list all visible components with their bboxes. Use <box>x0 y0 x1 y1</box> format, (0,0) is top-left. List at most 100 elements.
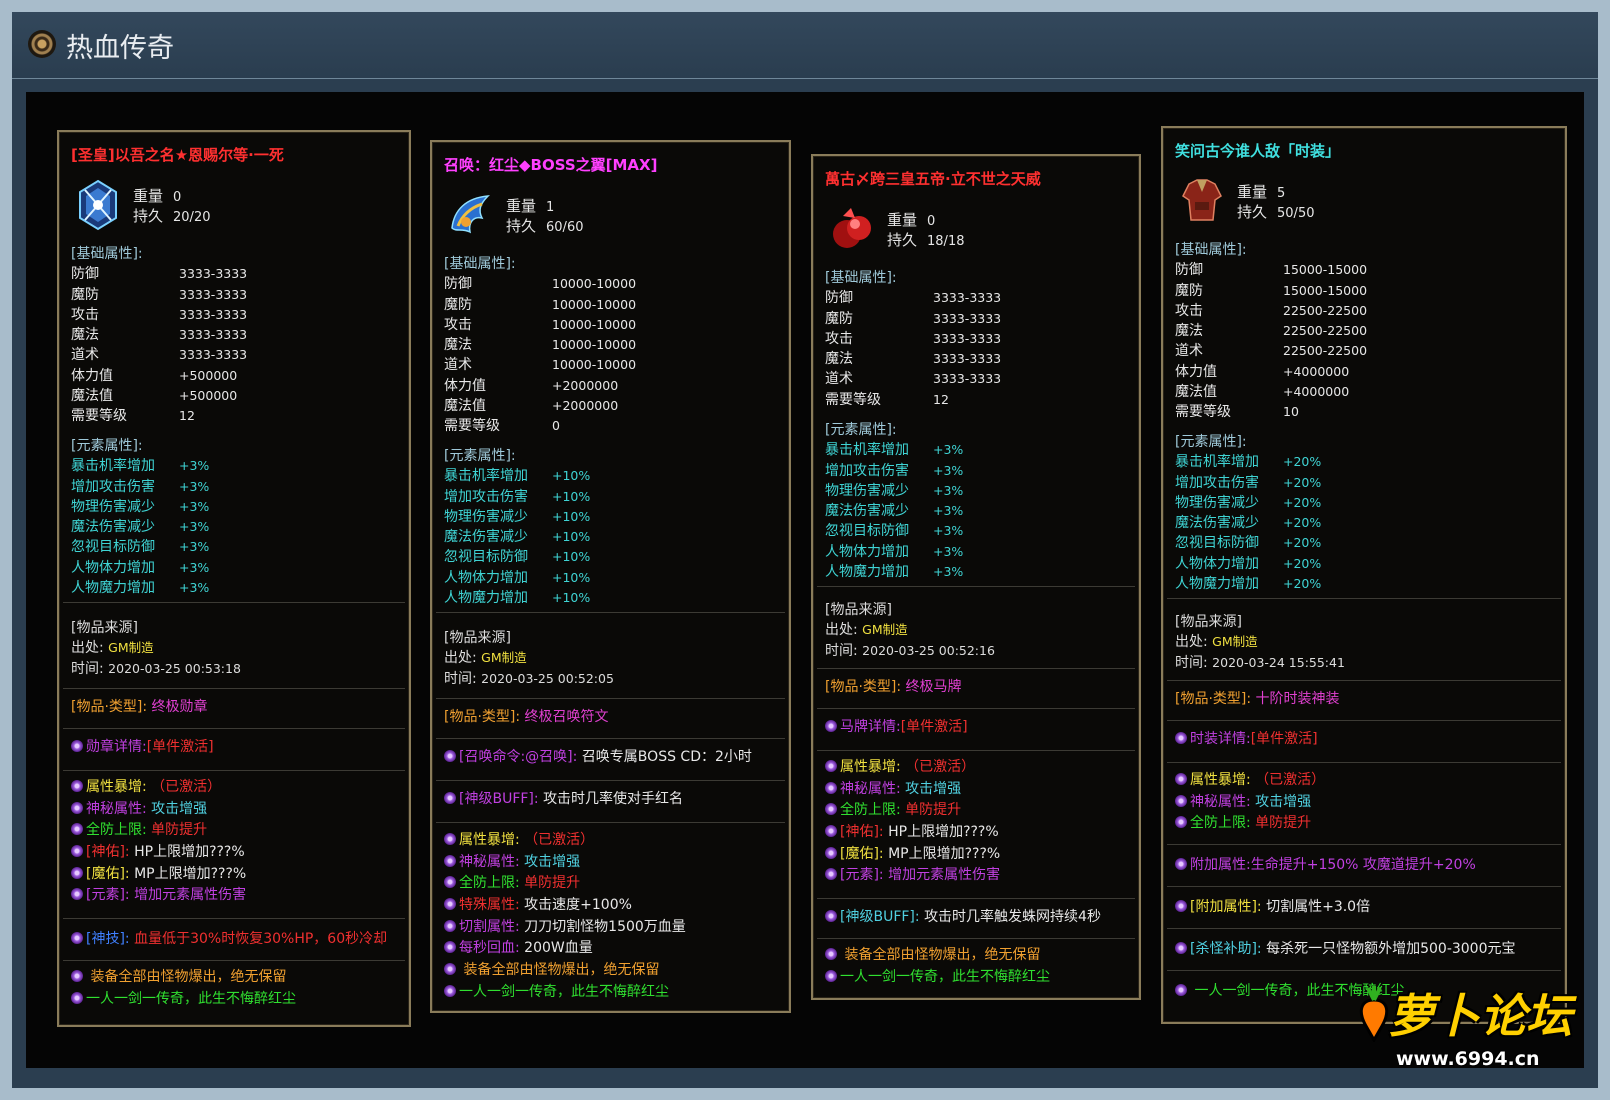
attribute-name: 忽视目标防御 <box>71 539 155 556</box>
effect-line: 全防上限: 单防提升 <box>813 800 1139 822</box>
attribute-name: 需要等级 <box>71 408 127 425</box>
attribute-row: 魔法值 +4000000 <box>1163 382 1565 402</box>
attribute-value: +3% <box>179 498 210 514</box>
gem-icon <box>71 970 83 982</box>
attribute-value: +10% <box>552 590 591 606</box>
attribute-name: 道术 <box>825 371 853 388</box>
effect-line: [魔佑]: MP上限增加???% <box>59 864 409 886</box>
kill-bonus: [杀怪补助]: 每杀死一只怪物额外增加500-3000元宝 <box>1175 938 1516 960</box>
attribute-row: 魔法 10000-10000 <box>432 335 789 355</box>
attribute-value: 3333-3333 <box>933 371 1002 387</box>
durability-line: 持久 20/20 <box>133 207 211 225</box>
attribute-name: 增加攻击伤害 <box>444 488 528 505</box>
attribute-value: 10000-10000 <box>552 276 637 292</box>
attribute-name: 人物体力增加 <box>825 543 909 560</box>
attribute-name: 暴击机率增加 <box>1175 454 1259 471</box>
weight-line: 重量 0 <box>887 211 936 229</box>
gem-icon <box>825 825 837 838</box>
attribute-value: +2000000 <box>552 377 619 393</box>
attribute-row: 魔防 3333-3333 <box>813 309 1139 329</box>
item-type: [物品·类型]: 终极马牌 <box>825 679 962 695</box>
base-attributes-header: [基础属性]: <box>1175 242 1247 258</box>
attribute-name: 物理伤害减少 <box>825 482 909 499</box>
effect-line: [神佑]: HP上限增加???% <box>59 842 409 864</box>
attribute-name: 人物体力增加 <box>444 569 528 586</box>
base-attributes: [基础属性]: 防御 3333-3333 魔防 3333-3333 攻击 3333-333… <box>59 244 409 427</box>
effect-line: 神秘属性: 攻击增强 <box>432 852 789 874</box>
attribute-value: +10% <box>552 468 591 484</box>
attribute-value: 3333-3333 <box>179 327 248 343</box>
durability-line: 持久 18/18 <box>887 231 965 249</box>
attribute-value: +3% <box>179 539 210 555</box>
summon-command: [召唤命令:@召唤]: 召唤专属BOSS CD：2小时 <box>444 746 752 768</box>
attribute-row: 忽视目标防御 +3% <box>59 537 409 557</box>
medal-icon <box>79 179 117 231</box>
source-origin: 出处: GM制造 <box>444 650 527 667</box>
attribute-row: 人物体力增加 +3% <box>59 558 409 578</box>
flavor-line: 装备全部由怪物爆出，绝无保留 <box>813 945 1139 967</box>
gem-icon <box>444 919 456 932</box>
special-effects: 属性暴增: （已激活） 神秘属性: 攻击增强 全防上限: 单防提升 <box>1163 770 1565 835</box>
source-time: 时间: 2020-03-24 15:55:41 <box>1175 654 1345 671</box>
flavor-line: 装备全部由怪物爆出，绝无保留 <box>432 960 789 982</box>
attribute-row: 暴击机率增加 +10% <box>432 466 789 486</box>
item-card-summon: 召唤：红尘◆BOSS之翼[MAX] 重量 1 持久 60/60 [基础属性]: 防御… <box>430 140 791 1013</box>
attribute-name: 魔法 <box>444 337 472 354</box>
attribute-row: 暴击机率增加 +20% <box>1163 452 1565 472</box>
attribute-name: 人物魔力增加 <box>825 564 909 581</box>
effect-line: 神秘属性: 攻击增强 <box>1163 792 1565 814</box>
attribute-row: 暴击机率增加 +3% <box>813 440 1139 460</box>
attribute-value: +500000 <box>179 367 238 383</box>
item-skill: [神技]: 血量低于30%时恢复30%HP，60秒冷却 <box>71 928 387 950</box>
attribute-value: +3% <box>933 543 964 559</box>
attribute-value: 15000-15000 <box>1283 282 1368 298</box>
attribute-name: 人物魔力增加 <box>444 590 528 607</box>
gem-icon <box>71 780 83 792</box>
attribute-name: 体力值 <box>71 367 113 384</box>
effect-line: 属性暴增: （已激活） <box>813 757 1139 779</box>
source-time: 时间: 2020-03-25 00:53:18 <box>71 660 241 677</box>
attribute-value: 3333-3333 <box>179 286 248 302</box>
flavor-line: 一人一剑一传奇，此生不悔醉红尘 <box>432 982 789 1004</box>
attribute-name: 魔法值 <box>1175 384 1217 401</box>
element-attributes-header: [元素属性]: <box>825 422 897 438</box>
attribute-name: 道术 <box>444 357 472 374</box>
item-source: [物品来源] 出处: GM制造 时间: 2020-03-25 00:52:16 <box>813 600 1139 661</box>
attribute-value: +20% <box>1283 454 1322 470</box>
flavor-line: 一人一剑一传奇，此生不悔醉红尘 <box>59 989 409 1011</box>
base-attributes: [基础属性]: 防御 15000-15000 魔防 15000-15000 攻击 2250… <box>1163 240 1565 423</box>
attribute-name: 暴击机率增加 <box>71 458 155 475</box>
attribute-name: 人物体力增加 <box>1175 555 1259 572</box>
fashion-armor-icon <box>1182 179 1222 221</box>
effect-line: 神秘属性: 攻击增强 <box>813 779 1139 801</box>
attribute-row: 增加攻击伤害 +10% <box>432 487 789 507</box>
item-detail: 勋章详情:[单件激活] <box>71 736 214 758</box>
attribute-value: 3333-3333 <box>933 310 1002 326</box>
attribute-value: +20% <box>1283 474 1322 490</box>
gem-icon <box>444 898 456 911</box>
attribute-value: 3333-3333 <box>179 306 248 322</box>
attribute-row: 攻击 3333-3333 <box>59 305 409 325</box>
attribute-value: +3% <box>933 442 964 458</box>
source-origin: 出处: GM制造 <box>71 640 154 657</box>
special-effects: 属性暴增: （已激活） 神秘属性: 攻击增强 全防上限: 单防提升 [神佑]: … <box>59 777 409 907</box>
attribute-name: 魔法值 <box>71 388 113 405</box>
app-window: 热血传奇 [圣皇]以吾之名★恩赐尔等·一死 重量 0 持久 20/20 [基础属性]… <box>12 12 1598 1088</box>
attribute-row: 体力值 +4000000 <box>1163 362 1565 382</box>
gem-icon <box>825 720 837 732</box>
attribute-name: 体力值 <box>444 377 486 394</box>
gem-icon <box>71 932 83 944</box>
attribute-name: 物理伤害减少 <box>444 508 528 525</box>
item-source: [物品来源] 出处: GM制造 时间: 2020-03-25 00:52:05 <box>432 628 789 689</box>
effect-line: [元素]: 增加元素属性伤害 <box>59 885 409 907</box>
attribute-value: +20% <box>1283 576 1322 592</box>
gem-icon <box>71 991 83 1004</box>
attribute-row: 魔防 3333-3333 <box>59 285 409 305</box>
attribute-row: 道术 3333-3333 <box>813 369 1139 389</box>
effect-line: 属性暴增: （已激活） <box>59 777 409 799</box>
item-type: [物品·类型]: 十阶时装神装 <box>1175 691 1340 707</box>
attribute-row: 物理伤害减少 +10% <box>432 507 789 527</box>
attribute-row: 攻击 10000-10000 <box>432 315 789 335</box>
effect-line: 属性暴增: （已激活） <box>432 830 789 852</box>
attribute-value: +3% <box>933 523 964 539</box>
